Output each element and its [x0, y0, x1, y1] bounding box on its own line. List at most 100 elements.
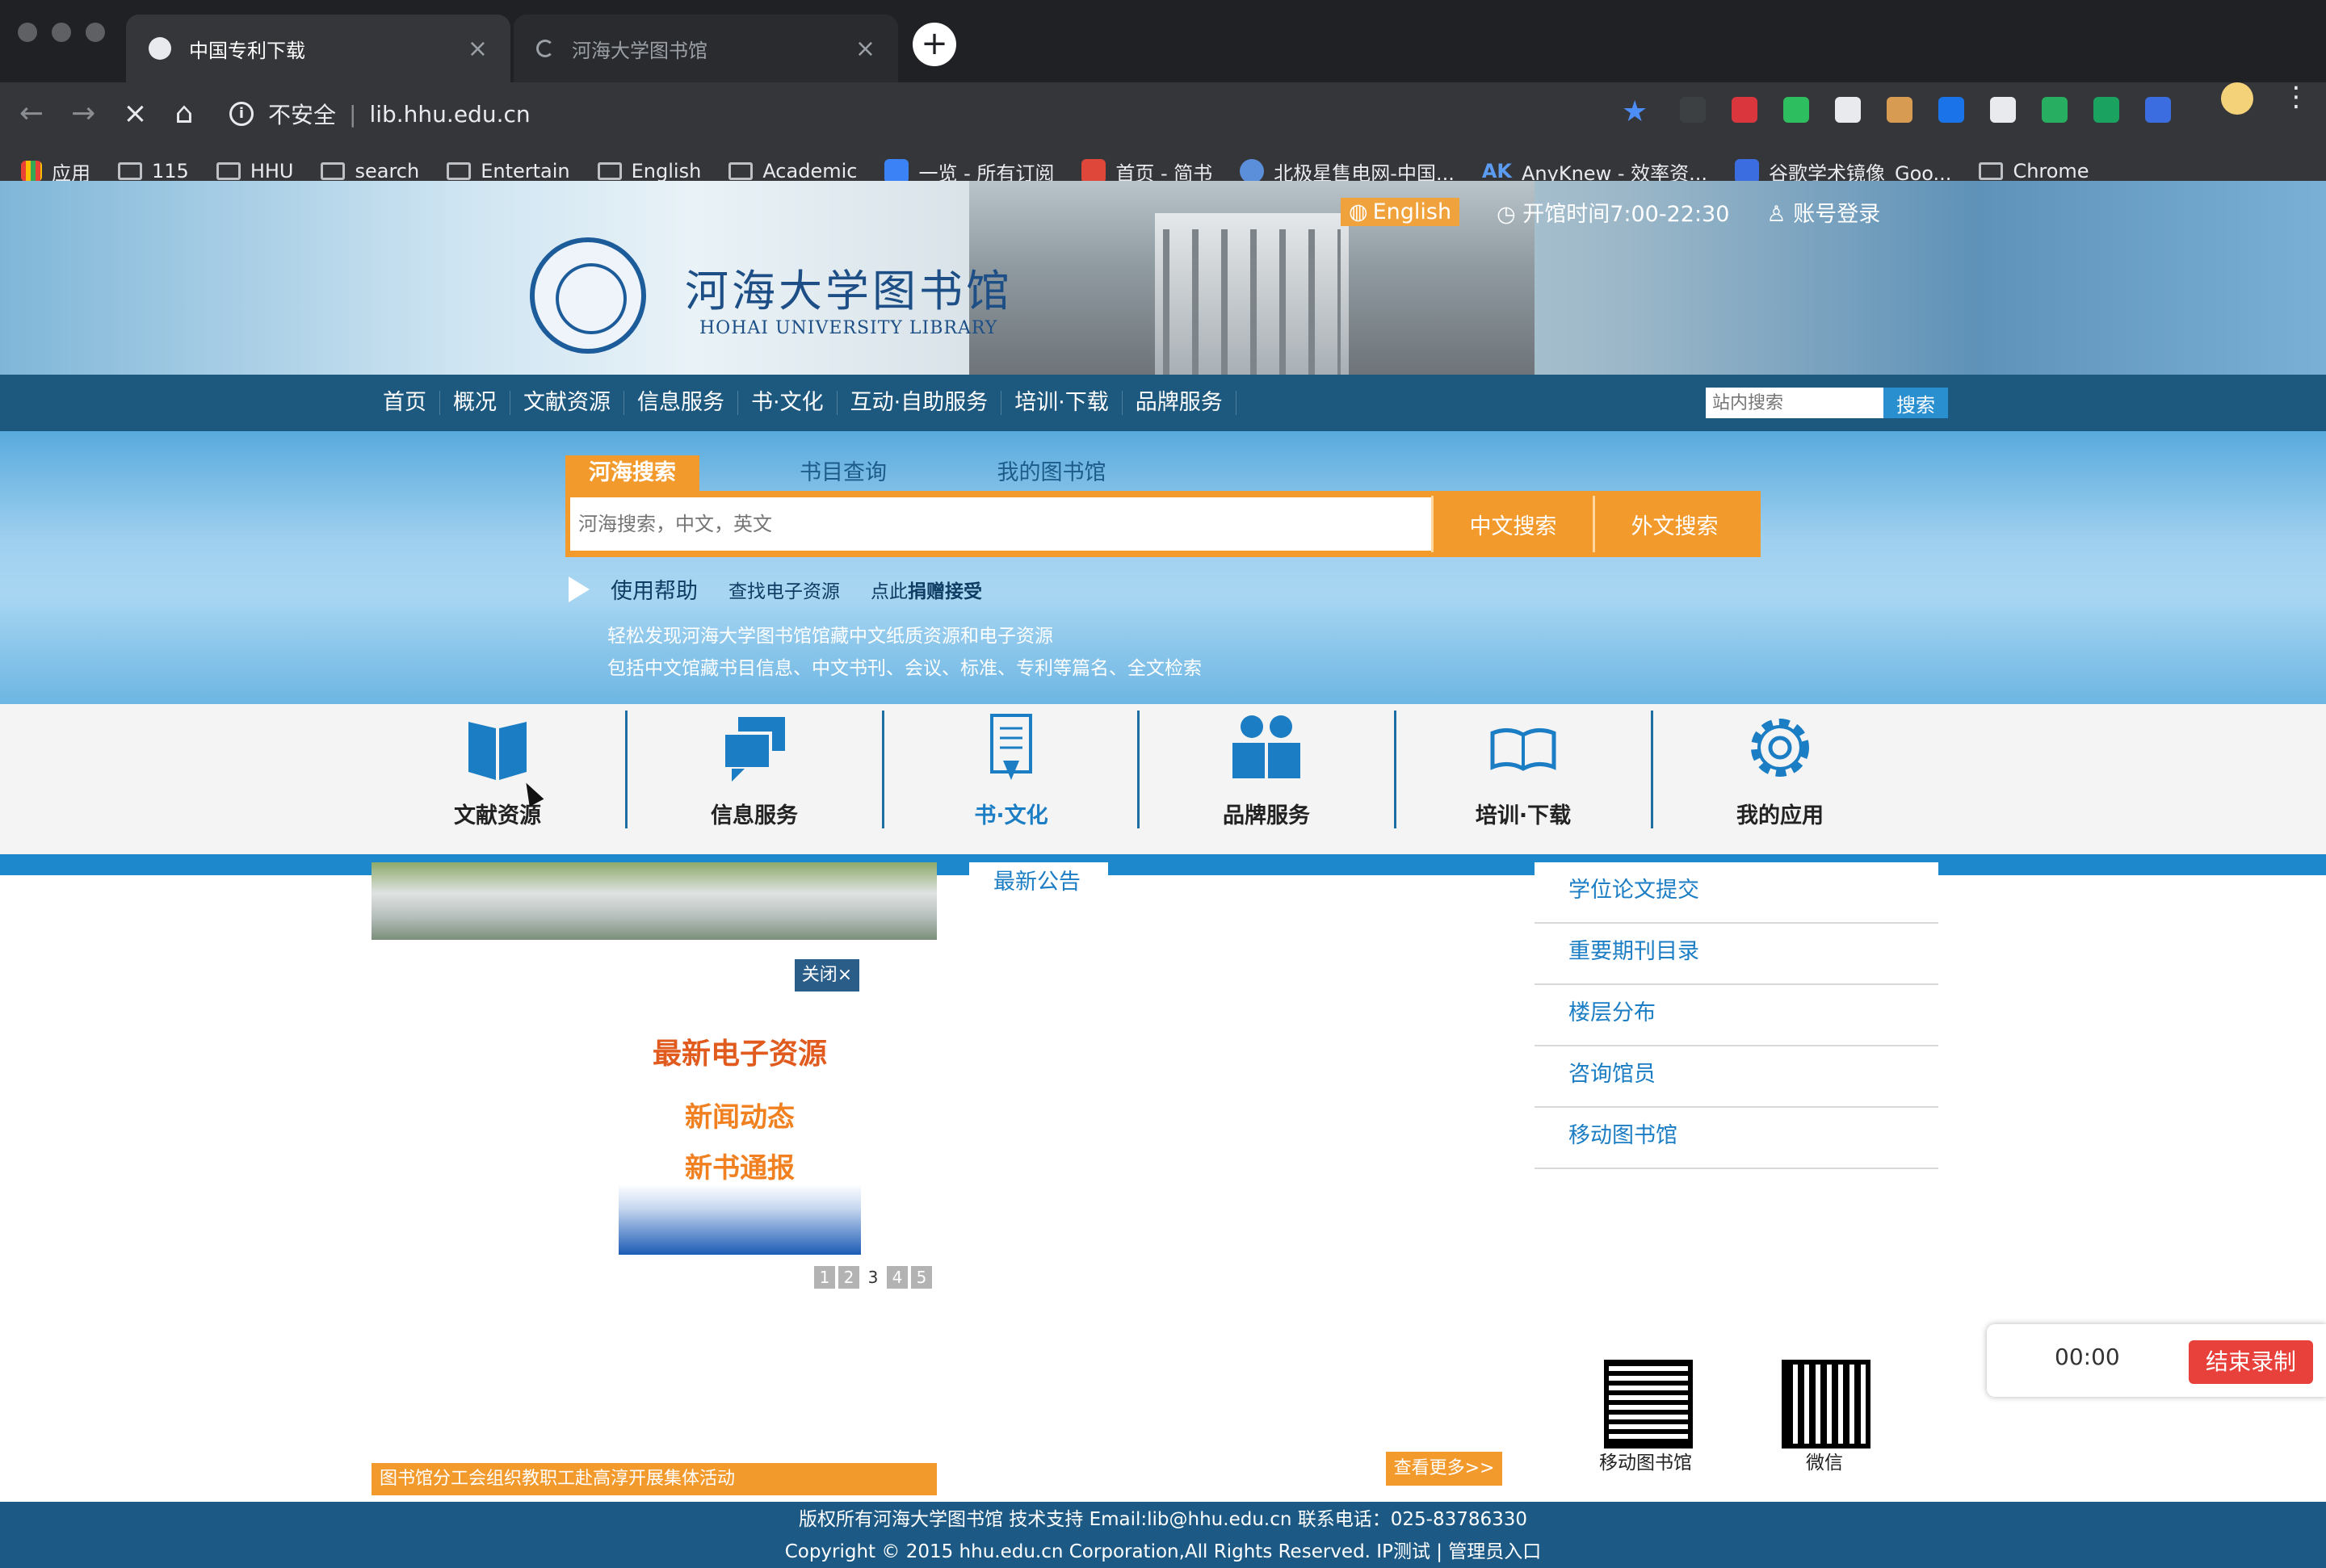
nav-self-service[interactable]: 互动·自助服务	[838, 391, 1002, 415]
tab-catalog[interactable]: 书目查询	[777, 455, 909, 491]
quick-link-journals[interactable]: 重要期刊目录	[1535, 924, 1938, 985]
search-description: 轻松发现河海大学图书馆馆藏中文纸质资源和电子资源 包括中文馆藏书目信息、中文书刊…	[607, 620, 1202, 685]
nav-training[interactable]: 培训·下载	[1001, 391, 1123, 415]
quick-link-floors[interactable]: 楼层分布	[1535, 985, 1938, 1046]
extension-icon[interactable]	[2145, 97, 2171, 123]
page-button[interactable]: 2	[838, 1266, 859, 1289]
nav-overview[interactable]: 概况	[440, 391, 510, 415]
chat-icon	[717, 711, 791, 785]
play-icon	[569, 576, 590, 602]
site-banner: 河海大学图书馆 HOHAI UNIVERSITY LIBRARY ◍ Englis…	[0, 181, 2326, 375]
nav-buttons: ← → × ⌂	[19, 82, 193, 144]
browser-window: 中国专利下载 × 河海大学图书馆 × + ← → × ⌂ i 不安全 | lib…	[0, 0, 2326, 1568]
tab-hohai-search[interactable]: 河海搜索	[565, 455, 699, 491]
page-button[interactable]: 1	[814, 1266, 835, 1289]
bird-icon	[1240, 159, 1265, 183]
folder-icon	[118, 162, 142, 180]
address-bar[interactable]: i 不安全 | lib.hhu.edu.cn	[229, 90, 1635, 137]
document-icon[interactable]	[1835, 97, 1861, 123]
profile-avatar[interactable]	[2221, 82, 2253, 115]
bookmark-label: Entertain	[481, 160, 570, 182]
nav-info-services[interactable]: 信息服务	[624, 391, 738, 415]
bookmark-folder[interactable]: HHU	[216, 160, 293, 182]
tab-patent[interactable]: 中国专利下载 ×	[126, 15, 510, 82]
folder-icon	[728, 162, 754, 180]
shield-icon[interactable]	[2042, 97, 2068, 123]
promo-popup[interactable]: 最新电子资源 新闻动态 新书通报	[619, 1021, 861, 1255]
back-icon[interactable]: ←	[19, 97, 44, 130]
promo-news: 新闻动态	[685, 1101, 795, 1134]
url-text[interactable]: lib.hhu.edu.cn	[369, 101, 530, 128]
stop-icon[interactable]: ×	[123, 97, 147, 130]
recorder-widget: 00:00 结束录制	[1987, 1324, 2326, 1397]
page-button-current[interactable]: 3	[863, 1266, 884, 1289]
english-button[interactable]: ◍ English	[1341, 197, 1460, 226]
nav-brand[interactable]: 品牌服务	[1123, 391, 1236, 415]
bookmark-folder[interactable]: search	[321, 160, 419, 182]
quick-link-mobile[interactable]: 移动图书馆	[1535, 1108, 1938, 1169]
extension-icon[interactable]	[2093, 97, 2119, 123]
promo-new-books: 新书通报	[685, 1152, 795, 1184]
bookmark-folder[interactable]: English	[597, 160, 701, 182]
service-book-culture[interactable]: 书·文化	[884, 711, 1139, 832]
extension-icon[interactable]	[1990, 97, 2016, 123]
extension-icon[interactable]	[1938, 97, 1964, 123]
nav-home[interactable]: 首页	[368, 391, 440, 415]
close-tab-icon[interactable]: ×	[855, 35, 875, 63]
bookmark-folder[interactable]: 115	[118, 160, 189, 182]
extension-icon[interactable]	[1732, 97, 1757, 123]
info-icon[interactable]: i	[229, 102, 254, 126]
description-line: 包括中文馆藏书目信息、中文书刊、会议、标准、专利等篇名、全文检索	[607, 658, 1202, 679]
extension-icon[interactable]	[1887, 97, 1912, 123]
tab-my-library[interactable]: 我的图书馆	[985, 455, 1118, 491]
bookmark-folder[interactable]: Entertain	[447, 160, 570, 182]
menu-icon[interactable]: ⋮	[2282, 81, 2310, 113]
minimize-window-icon[interactable]	[52, 23, 71, 42]
foreign-search-button[interactable]: 外文搜索	[1593, 496, 1754, 552]
bookmark-star-icon[interactable]: ★	[1622, 95, 1648, 128]
site-search-input[interactable]	[1706, 388, 1883, 418]
find-eresources-link[interactable]: 查找电子资源	[728, 576, 840, 603]
service-training[interactable]: 培训·下载	[1396, 711, 1651, 832]
tab-library[interactable]: 河海大学图书馆 ×	[514, 15, 898, 82]
service-label: 品牌服务	[1223, 803, 1310, 828]
footer-contact: 版权所有河海大学图书馆 技术支持 Email:lib@hhu.edu.cn 联系…	[798, 1509, 1528, 1530]
loading-icon	[536, 40, 554, 57]
search-input[interactable]	[570, 497, 1431, 551]
university-logo[interactable]	[530, 237, 646, 354]
donation-link[interactable]: 点此捐赠接受	[871, 576, 982, 603]
top-links: ◍ English ◷ 开馆时间7:00-22:30 ♙ 账号登录	[1341, 195, 1880, 228]
slider-caption[interactable]: 图书馆分工会组织教职工赴高淳开展集体活动	[372, 1463, 937, 1495]
service-my-apps[interactable]: 我的应用	[1652, 711, 1908, 832]
stop-recording-button[interactable]: 结束录制	[2189, 1340, 2313, 1384]
forward-icon[interactable]: →	[71, 97, 95, 130]
notice-title[interactable]: 最新公告	[969, 862, 1108, 908]
quick-link-consult[interactable]: 咨询馆员	[1535, 1046, 1938, 1108]
nav-book-culture[interactable]: 书·文化	[738, 391, 838, 415]
service-brand[interactable]: 品牌服务	[1139, 711, 1394, 832]
home-icon[interactable]: ⌂	[175, 97, 194, 130]
maximize-window-icon[interactable]	[86, 23, 105, 42]
help-link[interactable]: 使用帮助	[611, 573, 698, 605]
bookmark-folder[interactable]: Chrome	[1979, 160, 2089, 182]
chinese-search-button[interactable]: 中文搜索	[1431, 496, 1593, 552]
login-link[interactable]: ♙ 账号登录	[1766, 196, 1880, 228]
new-tab-button[interactable]: +	[913, 23, 956, 66]
extension-icon[interactable]	[1680, 97, 1706, 123]
evernote-icon[interactable]	[1783, 97, 1809, 123]
page-button[interactable]: 5	[911, 1266, 932, 1289]
bookmark-label: search	[355, 160, 420, 182]
quick-link-thesis[interactable]: 学位论文提交	[1535, 862, 1938, 924]
nav-resources[interactable]: 文献资源	[510, 391, 624, 415]
see-more-button[interactable]: 查看更多>>	[1386, 1452, 1502, 1486]
page-button[interactable]: 4	[887, 1266, 908, 1289]
service-info[interactable]: 信息服务	[627, 711, 882, 832]
news-slider-image[interactable]	[372, 862, 937, 940]
service-resources[interactable]: 文献资源	[370, 711, 625, 832]
close-popup-button[interactable]: 关闭×	[795, 959, 859, 992]
close-tab-icon[interactable]: ×	[468, 35, 488, 63]
open-book-icon	[1486, 711, 1560, 785]
site-search-button[interactable]: 搜索	[1883, 388, 1948, 418]
close-window-icon[interactable]	[18, 23, 37, 42]
bookmark-folder[interactable]: Academic	[728, 160, 857, 182]
